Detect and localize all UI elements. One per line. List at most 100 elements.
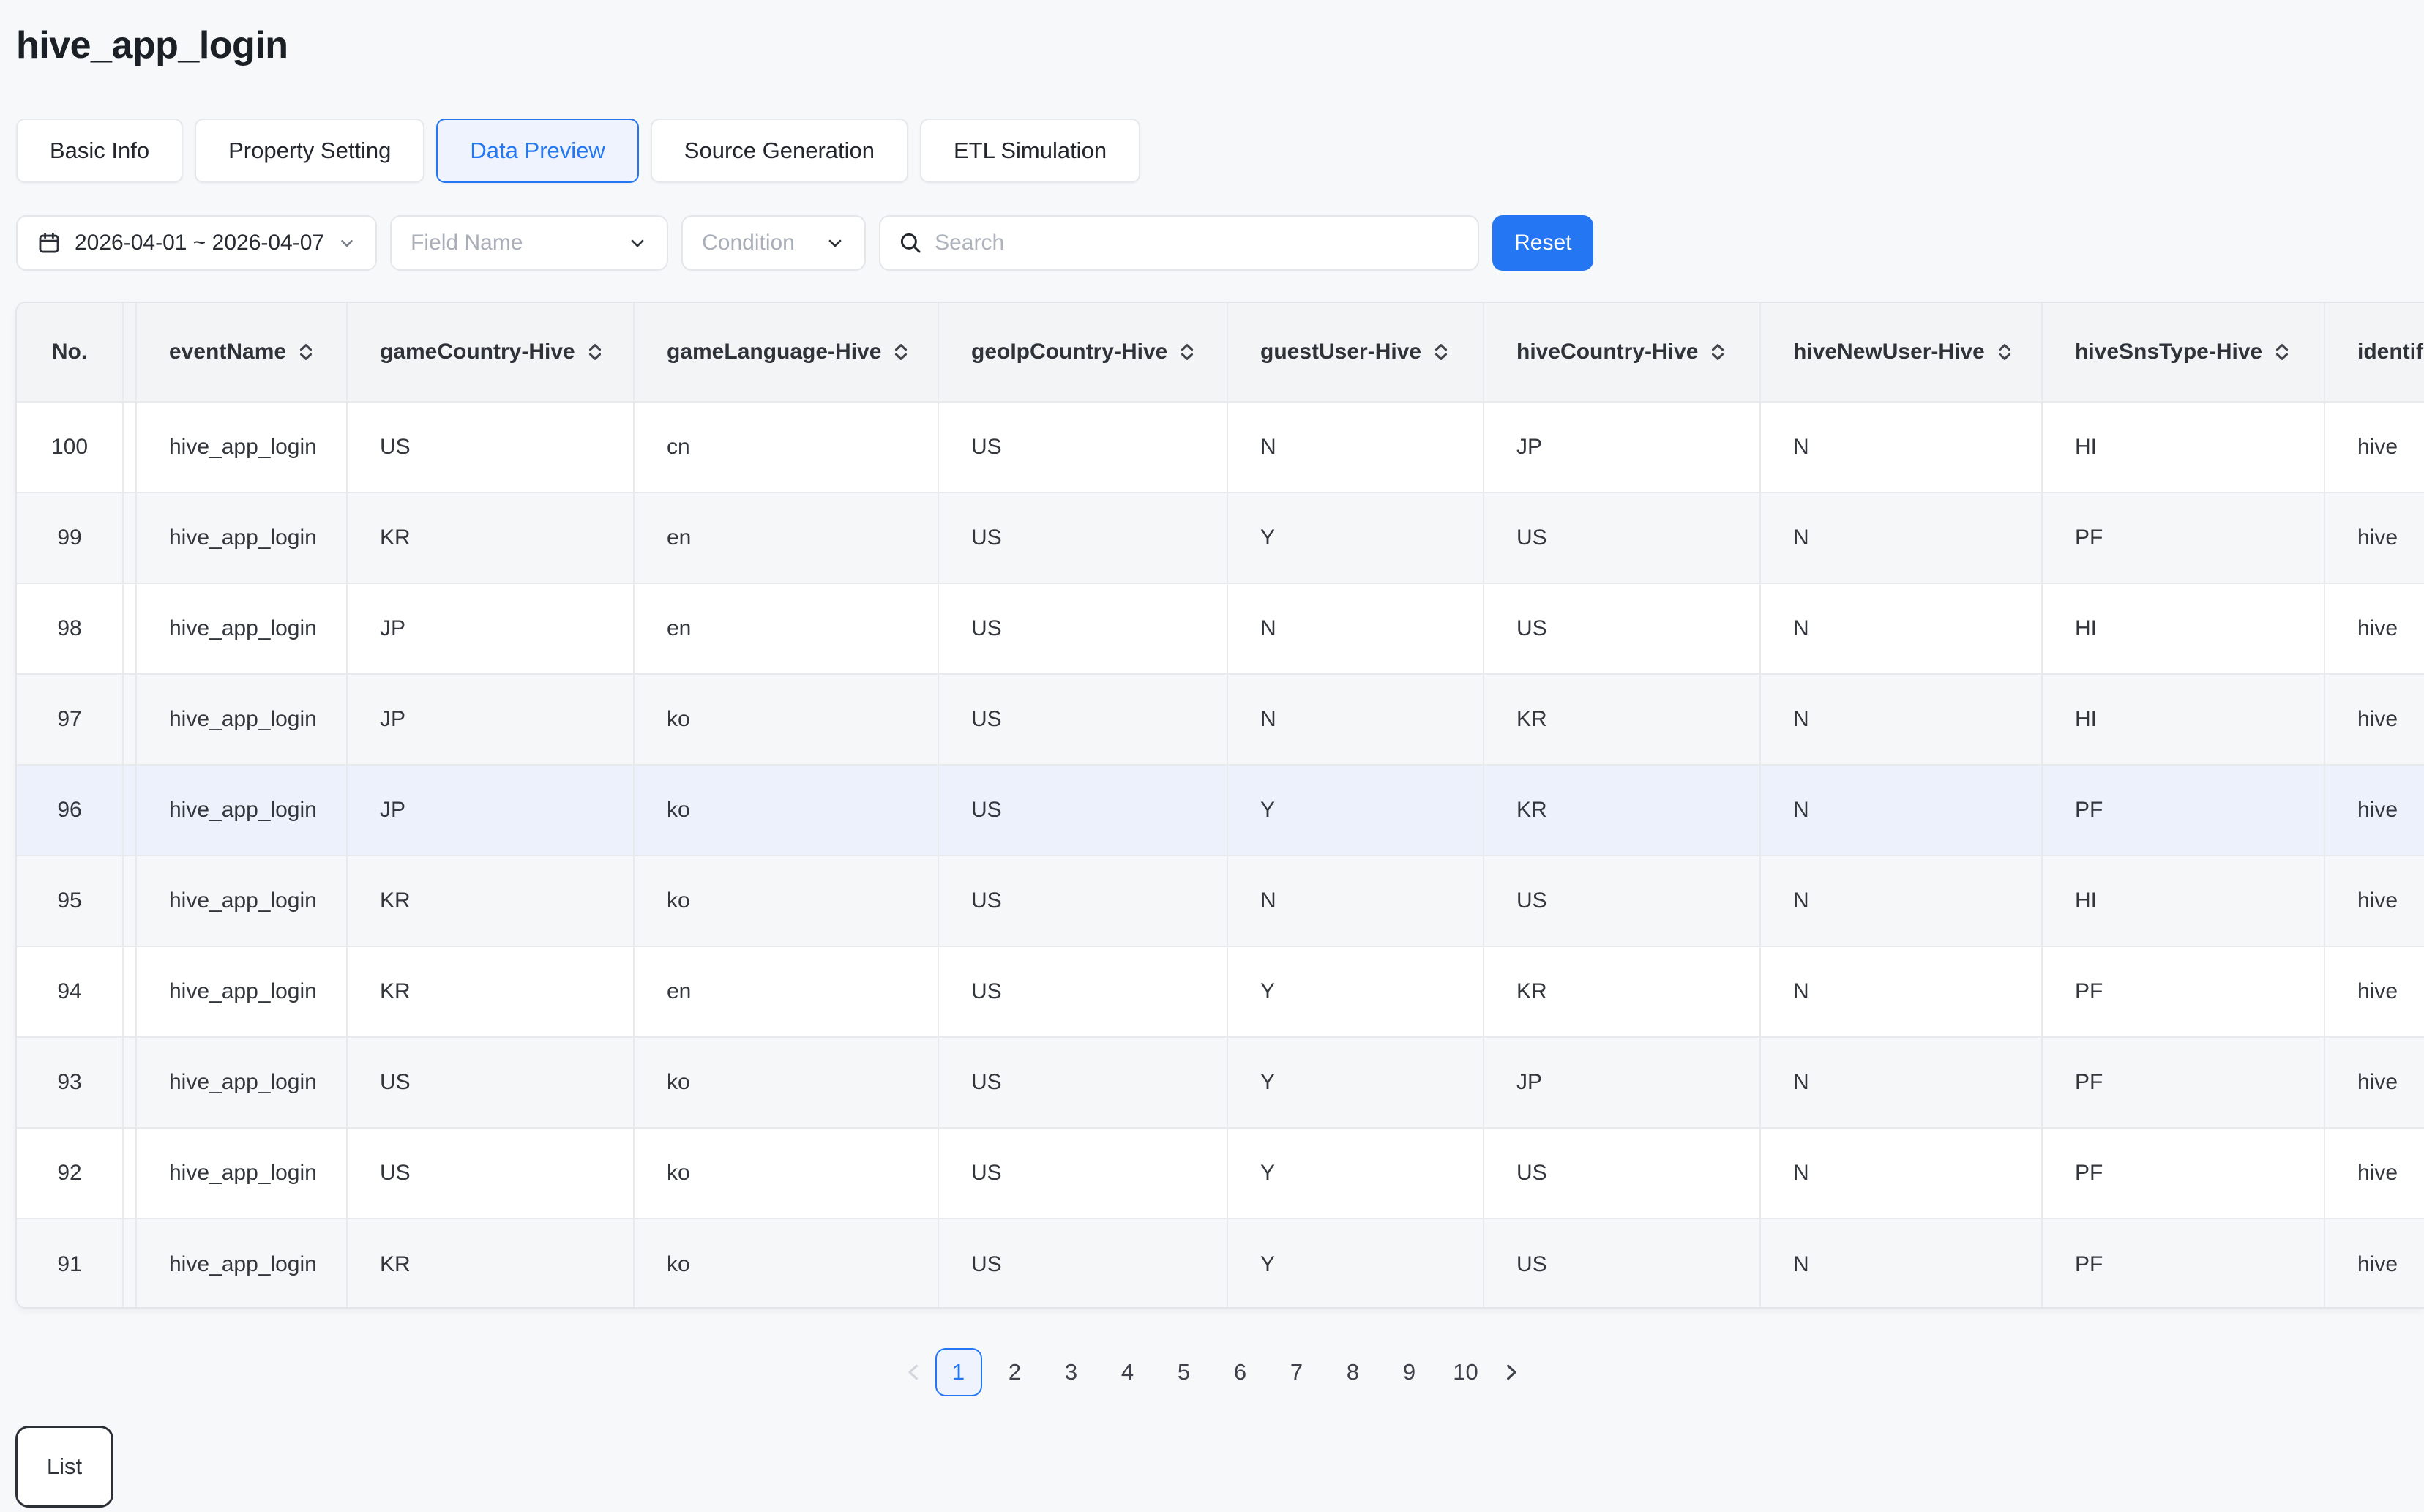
cell-hiveCountry: KR [1484,947,1761,1036]
tab-property-setting[interactable]: Property Setting [195,119,424,183]
table-row[interactable]: 100hive_app_loginUScnUSNJPNHIhive [17,403,2424,493]
cell-eventName: hive_app_login [137,675,348,764]
tab-data-preview[interactable]: Data Preview [436,119,638,183]
table-row[interactable]: 97hive_app_loginJPkoUSNKRNHIhive [17,675,2424,766]
cell-no: 100 [17,403,124,492]
sort-icon [586,341,605,363]
cell-hiveNewUser: N [1761,947,2043,1036]
cell-value: hive_app_login [169,1161,317,1186]
cell-value: US [971,1070,1002,1095]
cell-value: JP [1516,435,1542,460]
page-button-4[interactable]: 4 [1104,1348,1151,1396]
column-header-geoIpCountry[interactable]: geoIpCountry-Hive [939,303,1228,401]
table-row[interactable]: 93hive_app_loginUSkoUSYJPNPFhive [17,1038,2424,1129]
cell-value: PF [2075,798,2103,823]
cell-eventName: hive_app_login [137,1038,348,1127]
column-header-label: gameCountry-Hive [380,340,575,364]
cell-value: 93 [57,1070,81,1095]
cell-value: KR [380,1252,411,1277]
column-header-identifier[interactable]: identifier [2325,303,2424,401]
cell-hiveNewUser: N [1761,493,2043,583]
cell-value: US [971,707,1002,732]
cell-identifier: hive [2325,766,2424,855]
page-button-3[interactable]: 3 [1048,1348,1095,1396]
cell-guestUser: Y [1228,1038,1484,1127]
cell-value: US [971,435,1002,460]
table-row[interactable]: 92hive_app_loginUSkoUSYUSNPFhive [17,1129,2424,1219]
column-header-gameCountry[interactable]: gameCountry-Hive [348,303,635,401]
page-button-2[interactable]: 2 [992,1348,1039,1396]
cell-value: US [1516,525,1547,550]
cell-gameLanguage: cn [635,403,939,492]
date-range-picker[interactable]: 2026-04-01 ~ 2026-04-07 [16,215,377,271]
cell-gameCountry: US [348,403,635,492]
cell-geoIpCountry: US [939,403,1228,492]
field-name-select[interactable]: Field Name [390,215,668,271]
cell-value: US [1516,616,1547,641]
table-row[interactable]: 96hive_app_loginJPkoUSYKRNPFhive [17,766,2424,856]
cell-geoIpCountry: US [939,856,1228,946]
cell-hiveNewUser: N [1761,403,2043,492]
cell-eventName: hive_app_login [137,1129,348,1218]
cell-value: ko [667,707,690,732]
cell-value: N [1793,1252,1809,1277]
cell-hiveSnsType: PF [2043,1129,2325,1218]
cell-hiveCountry: US [1484,584,1761,673]
condition-select[interactable]: Condition [681,215,866,271]
cell-value: Y [1260,979,1275,1004]
table-row[interactable]: 94hive_app_loginKRenUSYKRNPFhive [17,947,2424,1038]
cell-value: 96 [57,798,81,823]
page-button-6[interactable]: 6 [1217,1348,1264,1396]
cell-value: N [1260,616,1276,641]
table-row[interactable]: 99hive_app_loginKRenUSYUSNPFhive [17,493,2424,584]
page-button-9[interactable]: 9 [1386,1348,1433,1396]
field-name-placeholder: Field Name [411,231,523,255]
page-button-1[interactable]: 1 [935,1348,982,1396]
cell-value: US [971,616,1002,641]
cell-value: N [1793,616,1809,641]
column-header-hiveCountry[interactable]: hiveCountry-Hive [1484,303,1761,401]
cell-eventName: hive_app_login [137,584,348,673]
cell-identifier: hive [2325,856,2424,946]
pagination: 12345678910 [0,1348,2424,1396]
reset-button[interactable]: Reset [1492,215,1593,271]
cell-value: US [971,525,1002,550]
column-header-hiveNewUser[interactable]: hiveNewUser-Hive [1761,303,2043,401]
page-button-5[interactable]: 5 [1161,1348,1208,1396]
cell-value: N [1793,1070,1809,1095]
next-page-icon[interactable] [1499,1361,1522,1384]
cell-value: US [971,1161,1002,1186]
column-header-gameLanguage[interactable]: gameLanguage-Hive [635,303,939,401]
cell-value: PF [2075,1070,2103,1095]
table-row[interactable]: 95hive_app_loginKRkoUSNUSNHIhive [17,856,2424,947]
table-row[interactable]: 98hive_app_loginJPenUSNUSNHIhive [17,584,2424,675]
table-row[interactable]: 91hive_app_loginKRkoUSYUSNPFhive [17,1219,2424,1309]
cell-value: N [1793,888,1809,913]
tab-source-generation[interactable]: Source Generation [651,119,908,183]
cell-hiveSnsType: PF [2043,766,2325,855]
list-button[interactable]: List [15,1426,113,1508]
tab-basic-info[interactable]: Basic Info [16,119,183,183]
filter-bar: 2026-04-01 ~ 2026-04-07 Field Name Condi… [16,215,1593,271]
cell-gameLanguage: en [635,493,939,583]
cell-value: 91 [57,1252,81,1277]
cell-hiveCountry: KR [1484,675,1761,764]
page-button-7[interactable]: 7 [1273,1348,1320,1396]
page-button-8[interactable]: 8 [1330,1348,1377,1396]
search-input[interactable] [935,217,1460,269]
cell-value: hive_app_login [169,525,317,550]
calendar-icon [37,231,61,255]
data-table: No.eventNamegameCountry-HivegameLanguage… [17,303,2424,1309]
cell-value: N [1260,707,1276,732]
page-button-10[interactable]: 10 [1443,1348,1489,1396]
cell-hiveSnsType: PF [2043,493,2325,583]
cell-hiveSnsType: PF [2043,947,2325,1036]
cell-no: 95 [17,856,124,946]
column-header-guestUser[interactable]: guestUser-Hive [1228,303,1484,401]
column-header-hiveSnsType[interactable]: hiveSnsType-Hive [2043,303,2325,401]
cell-spacer [124,947,137,1036]
tab-etl-simulation[interactable]: ETL Simulation [920,119,1140,183]
column-header-eventName[interactable]: eventName [137,303,348,401]
cell-value: PF [2075,979,2103,1004]
chevron-down-icon [825,233,845,253]
